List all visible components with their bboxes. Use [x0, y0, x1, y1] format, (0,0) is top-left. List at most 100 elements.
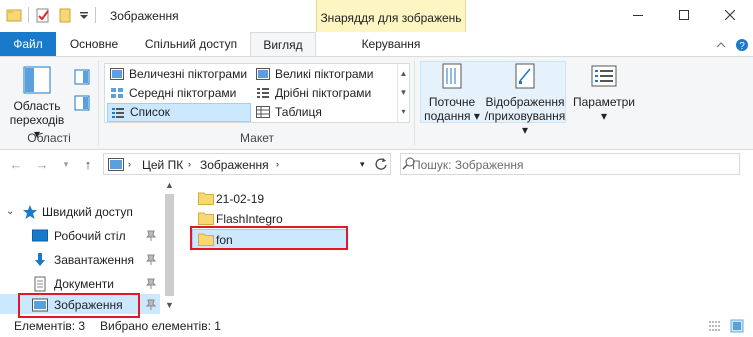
details-pane-button[interactable] [74, 95, 92, 113]
forward-button[interactable]: → [34, 156, 50, 172]
current-view-label-2: подання ▾ [424, 109, 480, 123]
current-view-button[interactable]: Поточне подання ▾ [422, 63, 482, 123]
pin-icon [146, 299, 156, 310]
items-count: Елементів: 3 [14, 319, 86, 333]
layout-large-icons[interactable]: Великі піктограми [253, 65, 397, 84]
customize-qat-icon[interactable] [79, 7, 89, 23]
list-item-selected[interactable]: fon [192, 229, 348, 249]
help-icon: ? [736, 39, 748, 52]
breadcrumb-this-pc[interactable]: Цей ПК [142, 158, 183, 172]
show-hide-label-1: Відображення [485, 95, 565, 109]
status-bar: Елементів: 3 Вибрано елементів: 1 [0, 314, 753, 337]
options-icon [591, 65, 617, 87]
search-placeholder: Пошук: Зображення [412, 158, 524, 172]
nav-quick-access[interactable]: ⌄ Швидкий доступ [0, 200, 160, 224]
close-button[interactable] [707, 0, 753, 30]
layout-extra-large-icons[interactable]: Величезні піктограми [107, 65, 251, 84]
tab-home[interactable]: Основне [56, 32, 132, 56]
current-view-icon [442, 63, 462, 89]
up-button[interactable]: ↑ [80, 156, 96, 172]
navigation-bar: ← → ▾ ↑ › Цей ПК › Зображення › ▾ Пошук:… [0, 150, 753, 178]
chevron-down-icon: ▾ [63, 158, 69, 169]
download-icon [35, 253, 45, 266]
nav-pane-scrollbar[interactable]: ▲ ▼ [161, 178, 178, 314]
folder-icon [198, 212, 214, 225]
pictures-location-icon [108, 158, 124, 171]
tab-manage[interactable]: Керування [316, 32, 466, 56]
small-icons-icon [257, 88, 269, 98]
pin-icon [146, 230, 156, 241]
options-button[interactable]: Параметри ▾ [570, 63, 638, 123]
list-view-icon [112, 108, 124, 118]
folder-icon [198, 233, 214, 246]
address-bar[interactable]: › Цей ПК › Зображення › ▾ [103, 153, 391, 175]
scroll-up-icon[interactable]: ▲ [398, 64, 409, 83]
navigation-pane: ⌄ Швидкий доступ Робочий стіл Завантажен… [0, 178, 178, 316]
back-button[interactable]: ← [8, 156, 24, 172]
chevron-down-icon[interactable]: ⌄ [6, 206, 14, 217]
scroll-up-icon[interactable]: ▲ [165, 180, 174, 190]
details-view-toggle-icon[interactable] [708, 319, 722, 333]
scrollbar-thumb[interactable] [165, 194, 174, 296]
maximize-button[interactable] [661, 0, 707, 30]
arrow-up-icon: ↑ [84, 156, 92, 172]
navigation-pane-label-1: Область [13, 99, 61, 113]
documents-icon [34, 276, 46, 292]
scroll-down-icon[interactable]: ▼ [398, 83, 409, 102]
large-icons-icon [256, 68, 270, 80]
preview-pane-button[interactable] [74, 69, 92, 87]
expand-gallery-icon[interactable]: ▾ [398, 102, 409, 121]
window-title: Зображення [110, 9, 179, 23]
quick-access-toolbar [6, 7, 96, 23]
layout-list[interactable]: Список [107, 103, 251, 122]
arrow-right-icon: → [35, 156, 49, 172]
list-item[interactable]: 21-02-19 [192, 188, 348, 208]
current-view-label-1: Поточне [428, 95, 476, 109]
collapse-ribbon-button[interactable] [713, 37, 729, 53]
layout-group-label: Макет [240, 131, 274, 145]
selected-count: Вибрано елементів: 1 [100, 319, 221, 333]
ribbon-view: Область переходів ▾ Області Величезні пі… [0, 56, 753, 150]
nav-item-documents[interactable]: Документи [0, 272, 160, 296]
pictures-icon [32, 298, 48, 312]
refresh-icon[interactable] [374, 157, 388, 171]
nav-item-downloads[interactable]: Завантаження [0, 248, 160, 272]
properties-icon[interactable] [35, 7, 51, 23]
scroll-down-icon[interactable]: ▼ [165, 300, 174, 310]
show-hide-label-2: /приховування ▾ [484, 109, 566, 137]
panes-group-label: Області [27, 131, 71, 145]
list-item[interactable]: FlashIntegro [192, 208, 348, 228]
show-hide-button[interactable]: Відображення /приховування ▾ [484, 63, 566, 137]
tab-share[interactable]: Спільний доступ [132, 32, 250, 56]
layout-gallery: Величезні піктограми Великі піктограми С… [104, 63, 410, 123]
nav-item-desktop[interactable]: Робочий стіл [0, 224, 160, 248]
folder-icon [198, 192, 214, 205]
minimize-button[interactable] [615, 0, 661, 30]
ribbon-tabs: Файл Основне Спільний доступ Вигляд Керу… [0, 32, 753, 57]
tab-view[interactable]: Вигляд [250, 32, 316, 57]
breadcrumb-pictures[interactable]: Зображення [200, 158, 269, 172]
svg-text:?: ? [739, 41, 745, 52]
layout-medium-icons[interactable]: Середні піктограми [107, 84, 251, 103]
explorer-icon[interactable] [6, 7, 22, 23]
recent-locations-button[interactable]: ▾ [58, 156, 74, 172]
layout-gallery-scroll[interactable]: ▲ ▼ ▾ [397, 64, 409, 122]
layout-details[interactable]: Таблиця [253, 103, 397, 122]
options-label: Параметри [572, 95, 636, 109]
title-bar: Зображення Знаряддя для зображень [0, 0, 753, 32]
tab-file[interactable]: Файл [0, 32, 56, 56]
address-history-icon[interactable]: ▾ [360, 159, 365, 170]
layout-small-icons[interactable]: Дрібні піктограми [253, 84, 397, 103]
nav-item-pictures[interactable]: Зображення [0, 294, 160, 316]
navigation-pane-button[interactable]: Область переходів ▾ [8, 63, 66, 141]
large-icons-view-toggle-icon[interactable] [730, 319, 744, 333]
show-hide-icon [515, 63, 535, 89]
details-pane-icon [74, 95, 90, 111]
help-button[interactable]: ? [734, 37, 750, 53]
pin-icon [146, 278, 156, 289]
search-box[interactable]: Пошук: Зображення [400, 153, 740, 175]
new-folder-icon[interactable] [57, 7, 73, 23]
arrow-left-icon: ← [9, 156, 23, 172]
file-list: 21-02-19 FlashIntegro fon [178, 178, 753, 314]
minimize-icon [633, 15, 643, 16]
